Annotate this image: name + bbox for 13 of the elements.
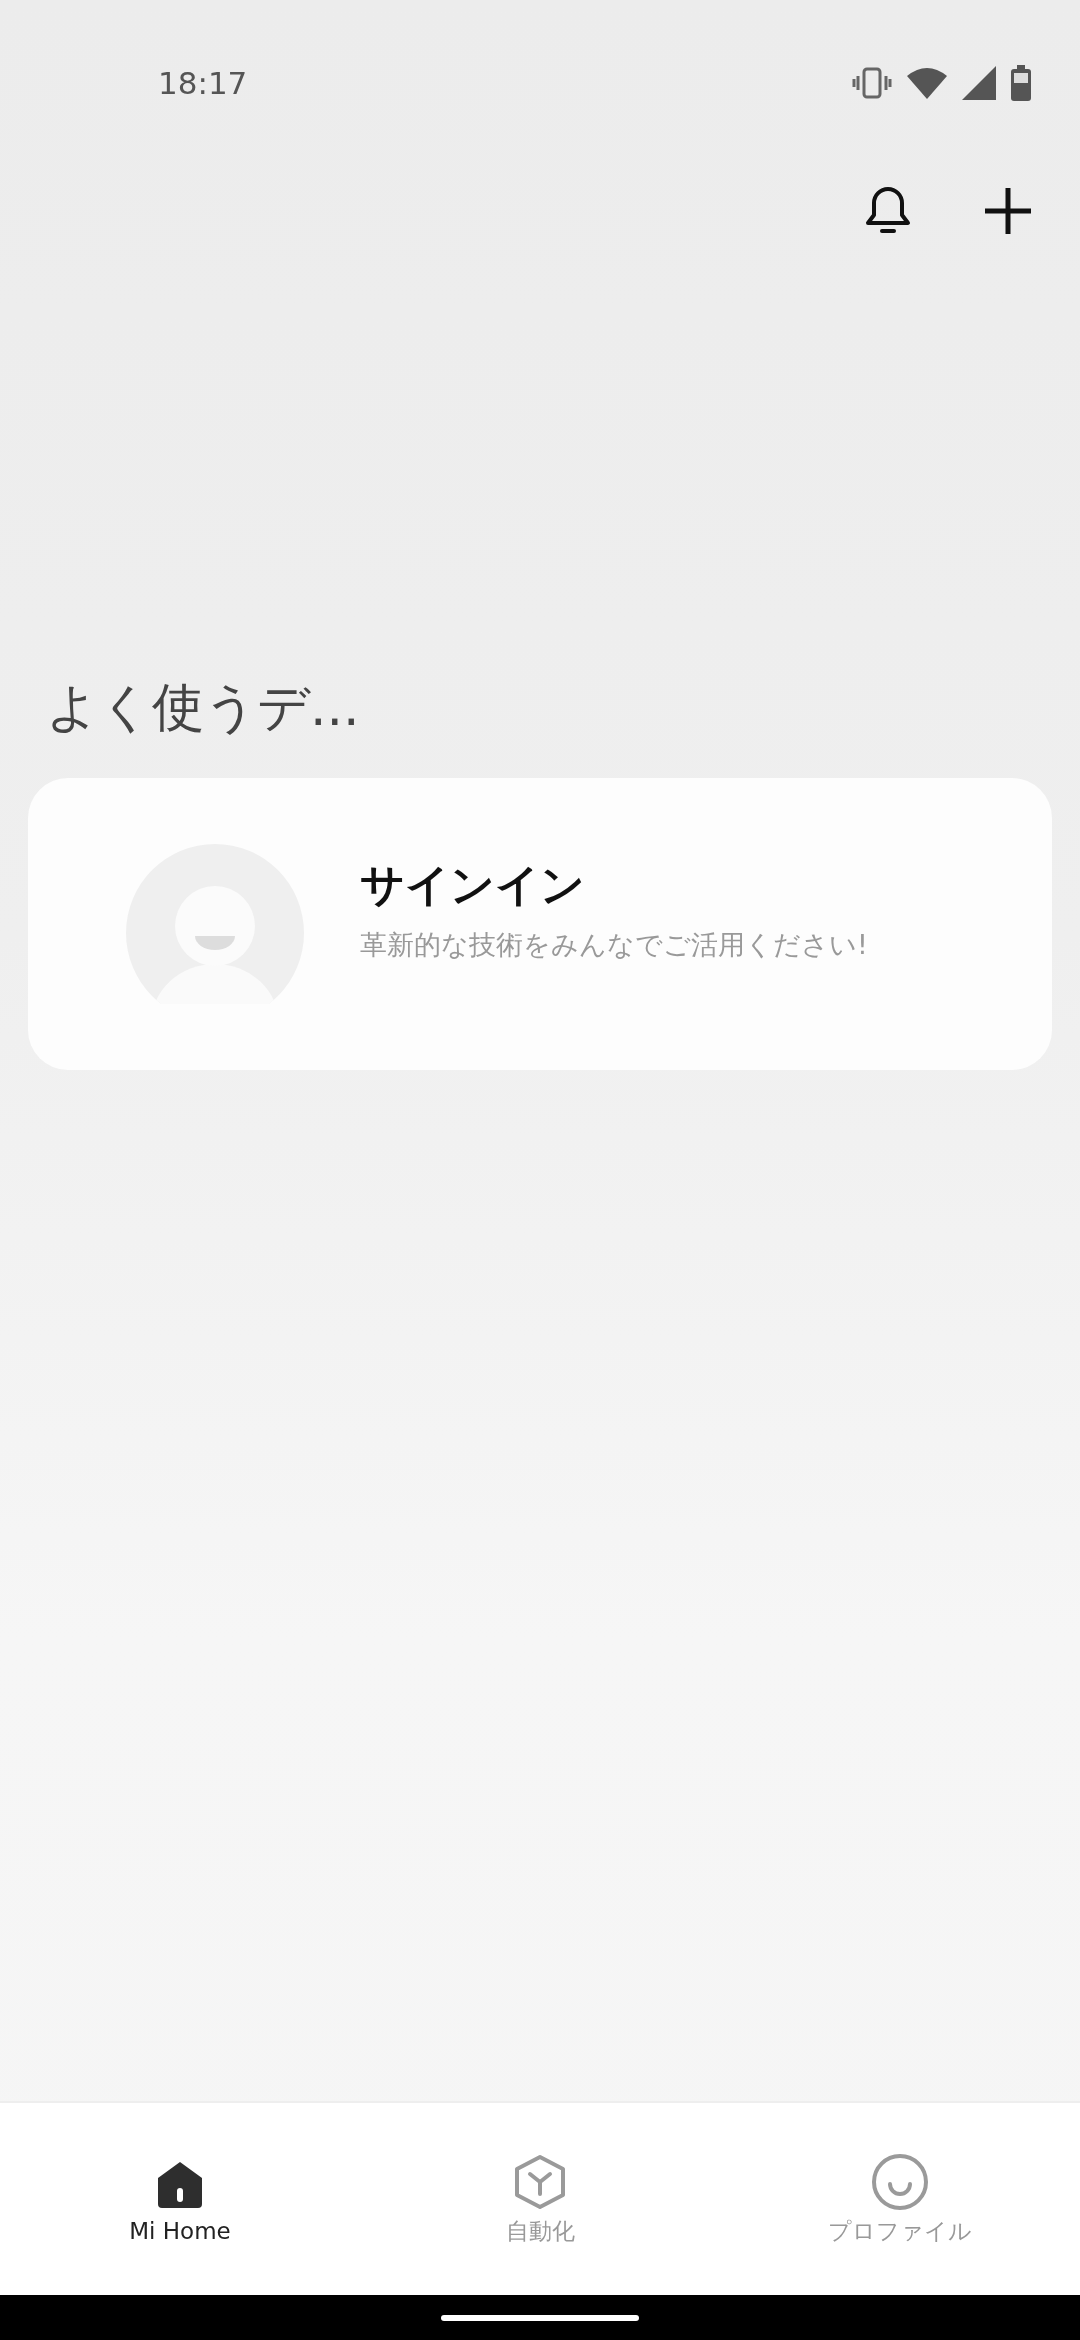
sign-in-title: サインイン — [360, 857, 586, 912]
plus-icon — [983, 186, 1033, 236]
sign-in-card[interactable]: サインイン 革新的な技術をみんなでご活用ください! — [28, 778, 1052, 1070]
vibrate-icon — [852, 67, 892, 99]
section-title: よく使うデ... — [46, 676, 361, 739]
signal-icon — [962, 66, 996, 100]
nav-tab[interactable]: Mi Home — [0, 2103, 360, 2295]
battery-icon — [1010, 65, 1032, 101]
smile-icon — [870, 2151, 930, 2212]
status-time: 18:17 — [158, 65, 248, 101]
home-indicator[interactable] — [441, 2314, 639, 2321]
sign-in-subtitle: 革新的な技術をみんなでご活用ください! — [360, 927, 868, 962]
wifi-icon — [906, 66, 948, 100]
